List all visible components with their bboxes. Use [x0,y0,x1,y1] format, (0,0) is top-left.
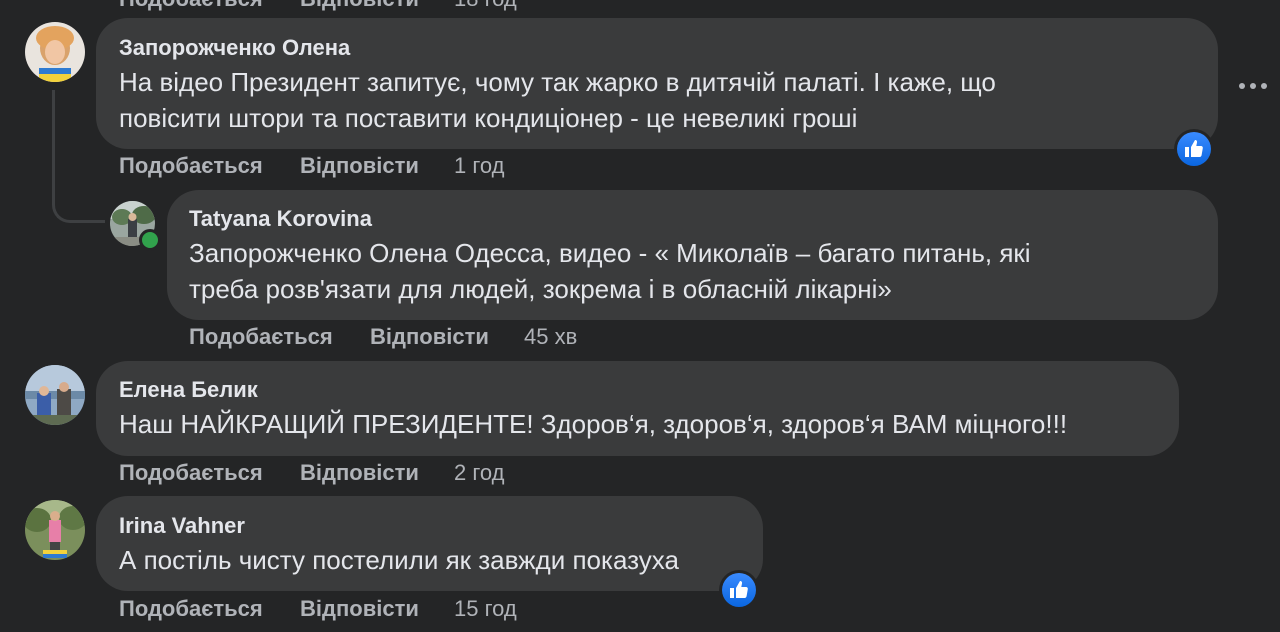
comment-actions: Подобається Відповісти 15 год [119,596,539,622]
comment-timestamp[interactable]: 15 год [454,596,517,622]
avatar[interactable] [25,365,85,425]
comment-actions-top-partial: Подобається Відповісти 18 год [119,0,539,12]
reply-action[interactable]: Відповісти [300,153,419,179]
like-reaction-badge[interactable] [1174,129,1214,169]
comment-text: треба розв'язати для людей, зокрема і в … [189,274,892,304]
like-reaction-badge[interactable] [719,570,759,610]
comments-section: Подобається Відповісти 18 год Запорожчен… [0,0,1280,632]
comment-timestamp[interactable]: 1 год [454,153,504,179]
reply-action[interactable]: Відповісти [370,324,489,350]
online-status-dot [139,229,161,251]
comment-actions: Подобається Відповісти 45 хв [189,324,609,350]
comment-text: А постіль чисту постелили як завжди пока… [119,545,679,575]
comment-actions: Подобається Відповісти 2 год [119,460,539,486]
comment-author[interactable]: Елена Белик [119,377,258,403]
like-action[interactable]: Подобається [119,0,263,12]
comment-author[interactable]: Irina Vahner [119,513,245,539]
avatar[interactable] [25,500,85,560]
avatar[interactable] [25,22,85,82]
like-action[interactable]: Подобається [189,324,333,350]
comment-author[interactable]: Tatyana Korovina [189,206,372,232]
comment-text: Наш НАЙКРАЩИЙ ПРЕЗИДЕНТЕ! Здоров‘я, здор… [119,409,1068,439]
comment-text: Запорожченко Олена Одесса, видео - « Мик… [189,238,1031,268]
comment-timestamp[interactable]: 18 год [454,0,517,12]
reply-action[interactable]: Відповісти [300,0,419,12]
thumbs-up-icon [730,581,748,598]
thumbs-up-icon [1185,140,1203,157]
like-action[interactable]: Подобається [119,460,263,486]
comment-text: повісити штори та поставити кондиціонер … [119,103,858,133]
like-action[interactable]: Подобається [119,153,263,179]
comment-author[interactable]: Запорожченко Олена [119,35,350,61]
like-action[interactable]: Подобається [119,596,263,622]
comment-actions: Подобається Відповісти 1 год [119,153,539,179]
more-horizontal-icon[interactable] [1236,76,1270,96]
comment-timestamp[interactable]: 45 хв [524,324,577,350]
comment-text: На відео Президент запитує, чому так жар… [119,67,996,97]
reply-action[interactable]: Відповісти [300,596,419,622]
reply-action[interactable]: Відповісти [300,460,419,486]
comment-timestamp[interactable]: 2 год [454,460,504,486]
